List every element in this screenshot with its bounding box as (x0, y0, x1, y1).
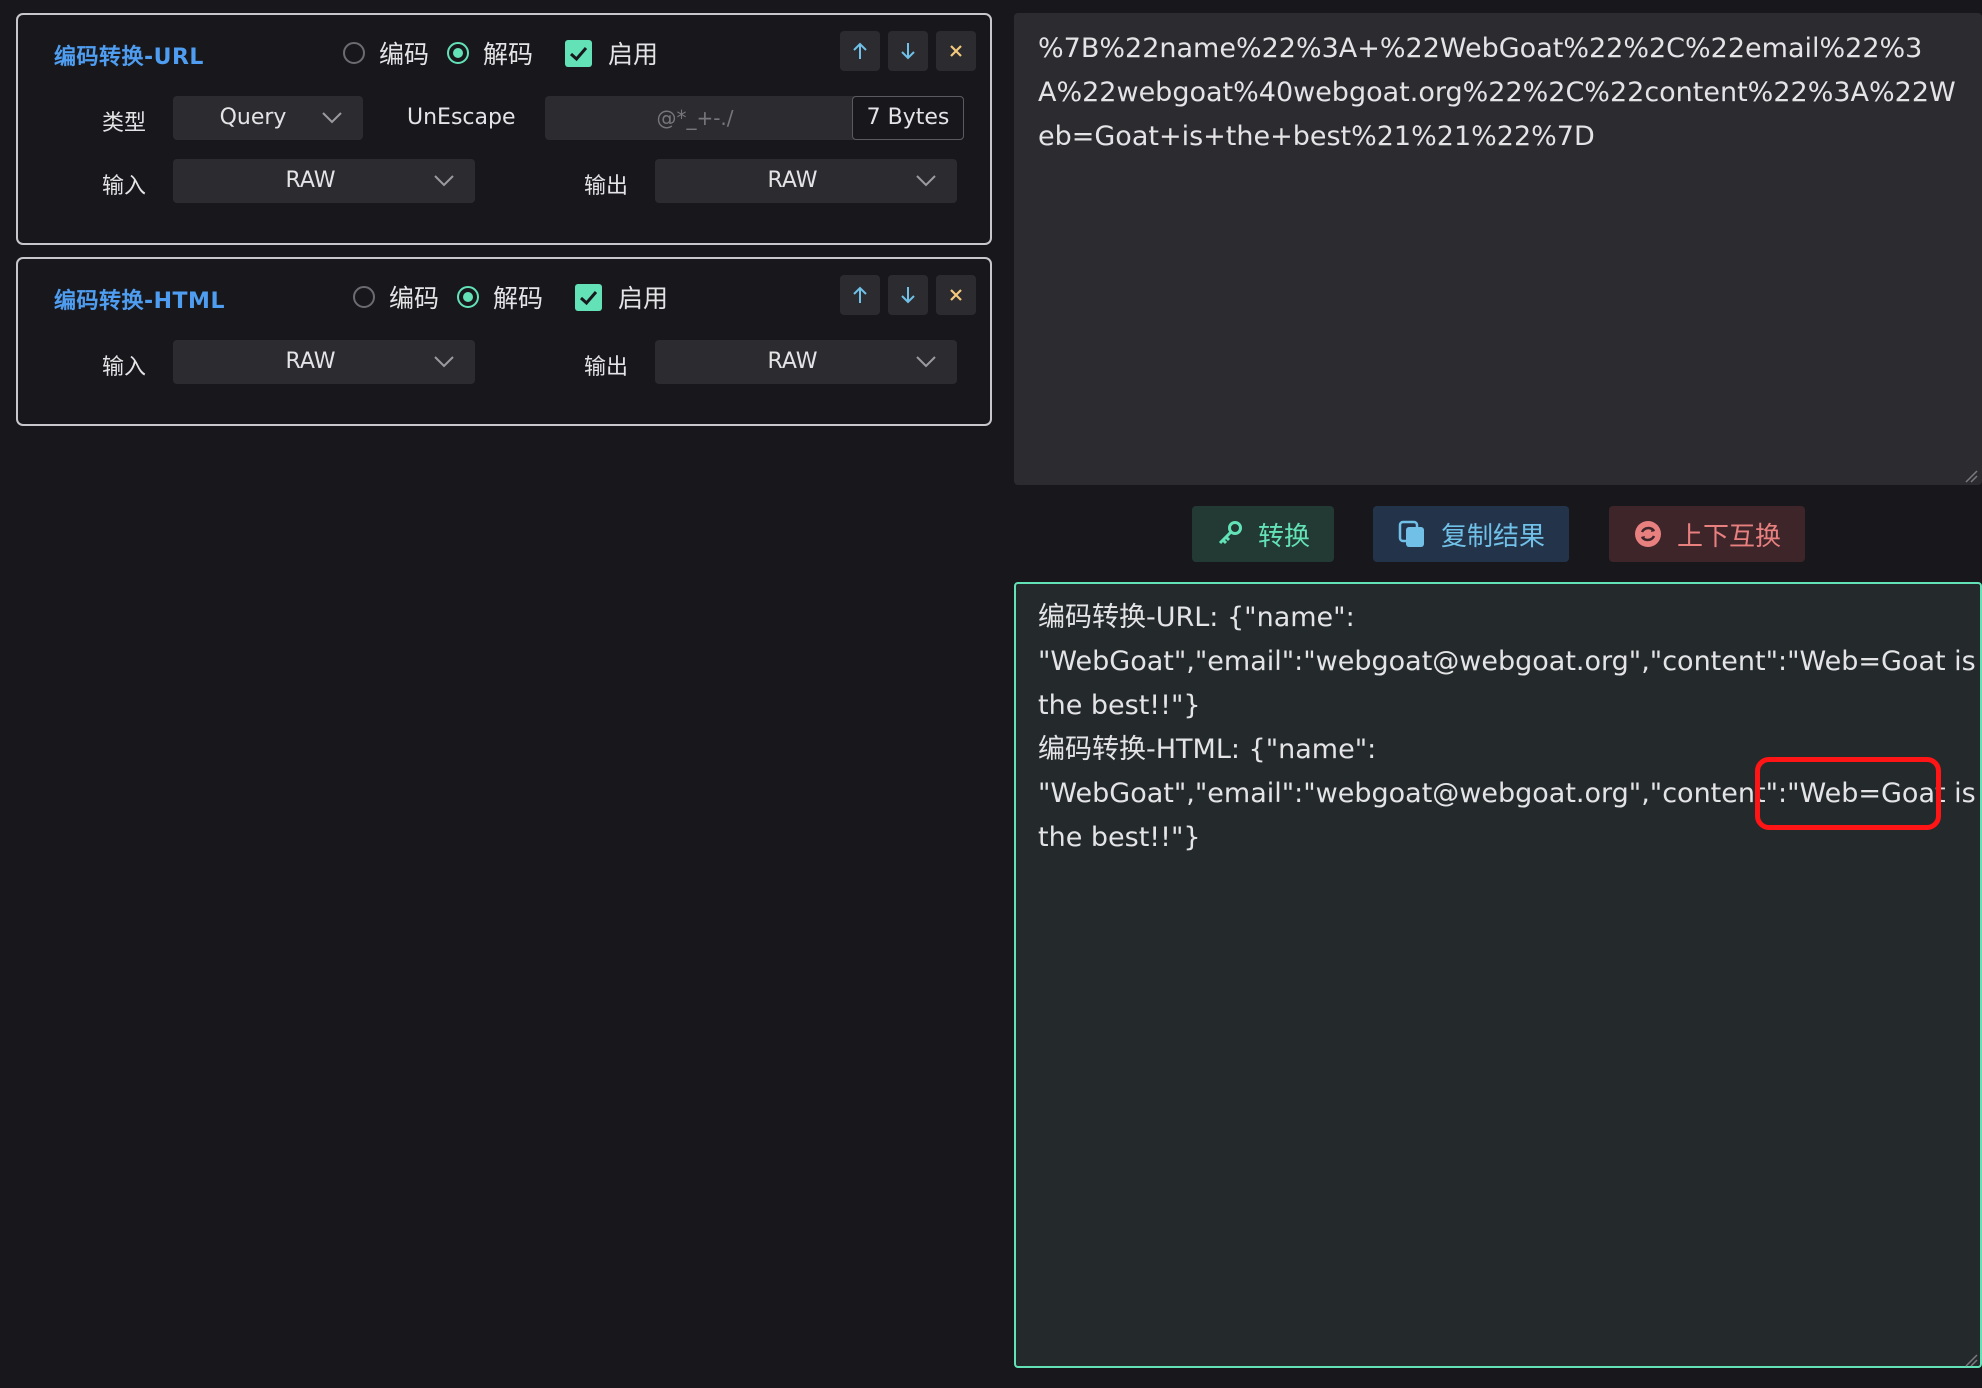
output-line: "WebGoat","email":"webgoat@webgoat.org",… (1038, 646, 1976, 677)
close-icon (950, 289, 962, 301)
url-move-up-button[interactable] (840, 31, 880, 71)
html-codec-card: 编码转换-HTML 编码 解码 启用 输入 RAW 输出 RAW (16, 257, 992, 426)
convert-label: 转换 (1257, 521, 1310, 552)
url-output-format-select[interactable]: RAW (655, 159, 957, 203)
resize-grip-icon[interactable] (1964, 1353, 1978, 1367)
html-output-format-value: RAW (767, 349, 818, 374)
html-move-up-button[interactable] (840, 275, 880, 315)
html-encode-radio[interactable] (353, 286, 375, 308)
arrow-down-icon (901, 43, 915, 60)
url-enable-label[interactable]: 启用 (608, 35, 658, 71)
bytes-count-badge: 7 Bytes (852, 96, 964, 140)
html-card-title: 编码转换-HTML (54, 289, 225, 314)
checkmark-icon (570, 46, 588, 61)
html-enable-label[interactable]: 启用 (618, 279, 668, 315)
result-output[interactable]: 编码转换-URL: {"name": "WebGoat","email":"we… (1014, 582, 1982, 1368)
html-enable-checkbox[interactable] (575, 283, 603, 311)
html-mode-radio-group: 编码 解码 启用 (353, 279, 668, 315)
source-text-input[interactable]: %7B%22name%22%3A+%22WebGoat%22%2C%22emai… (1014, 13, 1982, 485)
swap-button[interactable]: 上下互换 (1609, 506, 1805, 562)
chevron-down-icon (322, 112, 342, 124)
output-line: 编码转换-URL: {"name": (1038, 602, 1355, 633)
html-output-label: 输出 (584, 355, 629, 380)
url-encode-radio[interactable] (343, 42, 365, 64)
arrow-up-icon (853, 42, 867, 59)
html-move-down-button[interactable] (888, 275, 928, 315)
url-input-label: 输入 (102, 174, 147, 199)
key-icon (1216, 520, 1244, 548)
unescape-input[interactable]: @*_+-./ 7 Bytes (545, 96, 964, 140)
html-output-format-select[interactable]: RAW (655, 340, 957, 384)
html-remove-button[interactable] (936, 275, 976, 315)
url-input-format-value: RAW (285, 168, 336, 193)
url-type-select[interactable]: Query (173, 96, 363, 140)
unescape-label: UnEscape (407, 105, 516, 130)
swap-label: 上下互换 (1676, 521, 1781, 552)
url-codec-card: 编码转换-URL 编码 解码 启用 类型 Query UnEscape @*_+… (16, 13, 992, 245)
url-output-format-value: RAW (767, 168, 818, 193)
chevron-down-icon (916, 356, 936, 368)
html-encode-label[interactable]: 编码 (389, 279, 439, 315)
url-encode-label[interactable]: 编码 (379, 35, 429, 71)
html-decode-radio[interactable] (457, 286, 480, 308)
copy-icon (1397, 519, 1427, 549)
html-input-label: 输入 (102, 355, 147, 380)
arrow-up-icon (853, 286, 867, 303)
url-remove-button[interactable] (936, 31, 976, 71)
highlight-annotation (1755, 757, 1941, 830)
url-decode-label[interactable]: 解码 (483, 35, 533, 71)
url-card-title: 编码转换-URL (54, 45, 204, 70)
output-line: the best!!"} (1038, 690, 1201, 721)
copy-result-label: 复制结果 (1440, 521, 1545, 552)
url-enable-checkbox[interactable] (565, 39, 593, 67)
html-input-format-select[interactable]: RAW (173, 340, 475, 384)
chevron-down-icon (916, 175, 936, 187)
url-type-value: Query (219, 105, 287, 130)
arrow-down-icon (901, 287, 915, 304)
url-decode-radio[interactable] (447, 42, 470, 64)
url-type-label: 类型 (102, 111, 147, 136)
convert-button[interactable]: 转换 (1192, 506, 1334, 562)
url-move-down-button[interactable] (888, 31, 928, 71)
url-mode-radio-group: 编码 解码 启用 (343, 35, 658, 71)
chevron-down-icon (434, 175, 454, 187)
close-icon (950, 45, 962, 57)
unescape-placeholder: @*_+-./ (656, 106, 734, 130)
swap-icon (1633, 519, 1663, 549)
html-input-format-value: RAW (285, 349, 336, 374)
chevron-down-icon (434, 356, 454, 368)
resize-grip-icon[interactable] (1964, 469, 1978, 483)
url-output-label: 输出 (584, 174, 629, 199)
checkmark-icon (580, 290, 598, 305)
copy-result-button[interactable]: 复制结果 (1373, 506, 1569, 562)
html-decode-label[interactable]: 解码 (493, 279, 543, 315)
url-input-format-select[interactable]: RAW (173, 159, 475, 203)
